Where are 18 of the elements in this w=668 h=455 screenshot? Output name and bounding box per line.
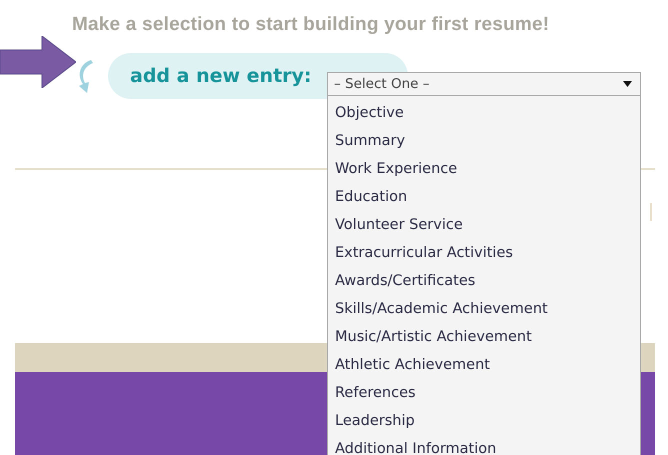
caret-icon (623, 81, 632, 87)
dropdown-option[interactable]: Music/Artistic Achievement (328, 323, 640, 351)
dropdown-option[interactable]: Work Experience (328, 155, 640, 183)
dropdown-option[interactable]: Education (328, 183, 640, 211)
page-heading: Make a selection to start building your first resume! (72, 14, 550, 36)
dropdown-option[interactable]: Leadership (328, 407, 640, 435)
dropdown-option[interactable]: Additional Information (328, 435, 640, 455)
dropdown-option[interactable]: Extracurricular Activities (328, 239, 640, 267)
dropdown-option[interactable]: Awards/Certificates (328, 267, 640, 295)
dropdown-option[interactable]: Volunteer Service (328, 211, 640, 239)
dropdown-option[interactable]: Skills/Academic Achievement (328, 295, 640, 323)
arrow-icon (0, 36, 76, 88)
entry-label: add a new entry: (130, 65, 312, 87)
dropdown-option[interactable]: Athletic Achievement (328, 351, 640, 379)
entry-dropdown[interactable]: – Select One – (327, 72, 641, 96)
dropdown-option[interactable]: References (328, 379, 640, 407)
dropdown-option[interactable]: Summary (328, 127, 640, 155)
dropdown-option[interactable]: Objective (328, 99, 640, 127)
